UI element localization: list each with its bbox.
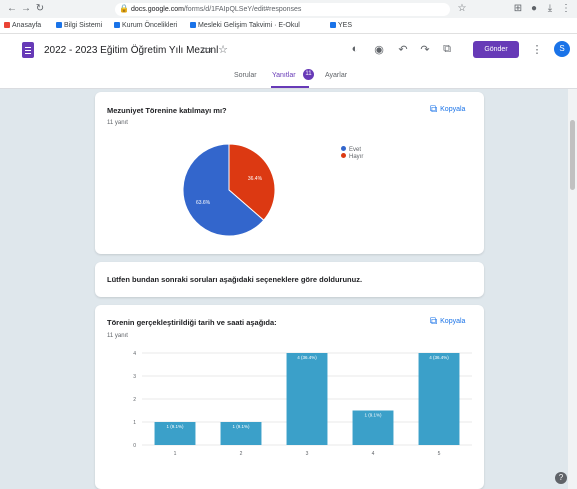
send-button[interactable]: Gönder bbox=[473, 41, 519, 58]
legend-item: Evet bbox=[341, 146, 361, 153]
forward-icon[interactable]: → bbox=[20, 3, 32, 14]
x-tick-label: 5 bbox=[438, 451, 441, 457]
reload-icon[interactable]: ↻ bbox=[34, 3, 46, 14]
bookmark-item[interactable]: Anasayfa bbox=[4, 21, 41, 30]
bar-value-label: 1 (9.1%) bbox=[166, 424, 184, 429]
download-icon[interactable]: ⤓ bbox=[544, 3, 556, 14]
redo-icon[interactable]: ↷ bbox=[418, 43, 432, 56]
response-count: 11 yanıt bbox=[107, 333, 128, 339]
back-icon[interactable]: ← bbox=[6, 3, 18, 14]
scrollbar-thumb[interactable] bbox=[570, 120, 575, 190]
x-tick-label: 1 bbox=[174, 451, 177, 457]
active-tab-indicator bbox=[271, 86, 309, 88]
avatar[interactable]: S bbox=[554, 41, 570, 57]
palette-icon[interactable]: ◐ bbox=[348, 43, 362, 55]
x-tick-label: 4 bbox=[372, 451, 375, 457]
lock-icon: 🔒 bbox=[119, 4, 129, 13]
star-icon[interactable]: ☆ bbox=[456, 3, 468, 14]
question-title: Mezuniyet Törenine katılmayı mı? bbox=[107, 106, 227, 115]
y-tick-label: 4 bbox=[133, 351, 136, 357]
bookmark-icon bbox=[114, 22, 120, 28]
response-count: 11 yanıt bbox=[107, 120, 128, 126]
y-tick-label: 3 bbox=[133, 374, 136, 380]
star-icon[interactable]: ☆ bbox=[216, 43, 230, 56]
address-bar[interactable]: docs.google.com/forms/d/1FAIpQLSeY/edit#… bbox=[115, 3, 450, 16]
copy-chart-button[interactable]: ⧉ Kopyala bbox=[430, 316, 465, 327]
section-description: Lütfen bundan sonraki soruları aşağıdaki… bbox=[107, 275, 363, 284]
legend-swatch bbox=[341, 153, 346, 158]
bookmark-icon bbox=[190, 22, 196, 28]
folder-icon[interactable]: ▭ bbox=[200, 43, 214, 56]
help-button[interactable]: ? bbox=[555, 472, 567, 484]
browser-toolbar: ← → ↻ docs.google.com/forms/d/1FAIpQLSeY… bbox=[0, 0, 577, 18]
pie-slice-label: 36.4% bbox=[248, 176, 263, 182]
bookmark-icon bbox=[56, 22, 62, 28]
bar-value-label: 4 (36.4%) bbox=[429, 355, 449, 360]
bookmark-icon bbox=[4, 22, 10, 28]
bar-value-label: 1 (9.1%) bbox=[232, 424, 250, 429]
copy-icon: ⧉ bbox=[430, 104, 438, 115]
bookmark-item[interactable]: Kurum Öncelikleri bbox=[114, 21, 177, 30]
link-icon[interactable]: ⧉ bbox=[440, 43, 454, 56]
menu-dots-icon[interactable]: ⋮ bbox=[560, 3, 572, 14]
bar-chart: 0 1 2 3 4 1 (9.1%) 1 1 (9.1%) 2 4 (36.4%) 3 1 (9.1%… bbox=[133, 351, 472, 457]
form-title[interactable]: 2022 - 2023 Eğitim Öğretim Yılı Mezunl bbox=[44, 45, 218, 56]
preview-icon[interactable]: ◉ bbox=[372, 43, 386, 56]
extensions-icon[interactable]: ⊞ bbox=[512, 3, 524, 14]
pie-chart: 36.4% 63.6% bbox=[182, 143, 276, 237]
bookmarks-bar: Anasayfa Bilgi Sistemi Kurum Öncelikleri… bbox=[0, 18, 577, 34]
bookmark-item[interactable]: Mesleki Gelişim Takvimi · E-Okul bbox=[190, 21, 300, 30]
tab-settings[interactable]: Ayarlar bbox=[325, 72, 347, 79]
profile-icon[interactable]: ● bbox=[528, 3, 540, 14]
copy-icon: ⧉ bbox=[430, 316, 438, 327]
tab-questions[interactable]: Sorular bbox=[234, 72, 257, 79]
more-options-icon[interactable]: ⋮ bbox=[530, 43, 544, 56]
bar-value-label: 4 (36.4%) bbox=[297, 355, 317, 360]
forms-logo-icon[interactable] bbox=[22, 42, 34, 58]
bar-value-label: 1 (9.1%) bbox=[364, 413, 382, 418]
x-tick-label: 3 bbox=[306, 451, 309, 457]
copy-chart-button[interactable]: ⧉ Kopyala bbox=[430, 104, 465, 115]
y-tick-label: 0 bbox=[133, 443, 136, 449]
legend-swatch bbox=[341, 146, 346, 151]
bookmark-item[interactable]: YES bbox=[330, 21, 352, 30]
responses-count-badge: 11 bbox=[303, 69, 314, 80]
bookmark-item[interactable]: Bilgi Sistemi bbox=[56, 21, 102, 30]
x-tick-label: 2 bbox=[240, 451, 243, 457]
bar bbox=[286, 353, 328, 445]
y-tick-label: 2 bbox=[133, 397, 136, 403]
pie-slice-label: 63.6% bbox=[196, 200, 211, 206]
tab-responses[interactable]: Yanıtlar bbox=[272, 72, 296, 79]
y-tick-label: 1 bbox=[133, 420, 136, 426]
bar bbox=[418, 353, 460, 445]
bookmark-icon bbox=[330, 22, 336, 28]
undo-icon[interactable]: ↶ bbox=[396, 43, 410, 56]
question-title: Törenin gerçekleştirildiği tarih ve saat… bbox=[107, 318, 277, 327]
legend-item: Hayır bbox=[341, 153, 363, 160]
